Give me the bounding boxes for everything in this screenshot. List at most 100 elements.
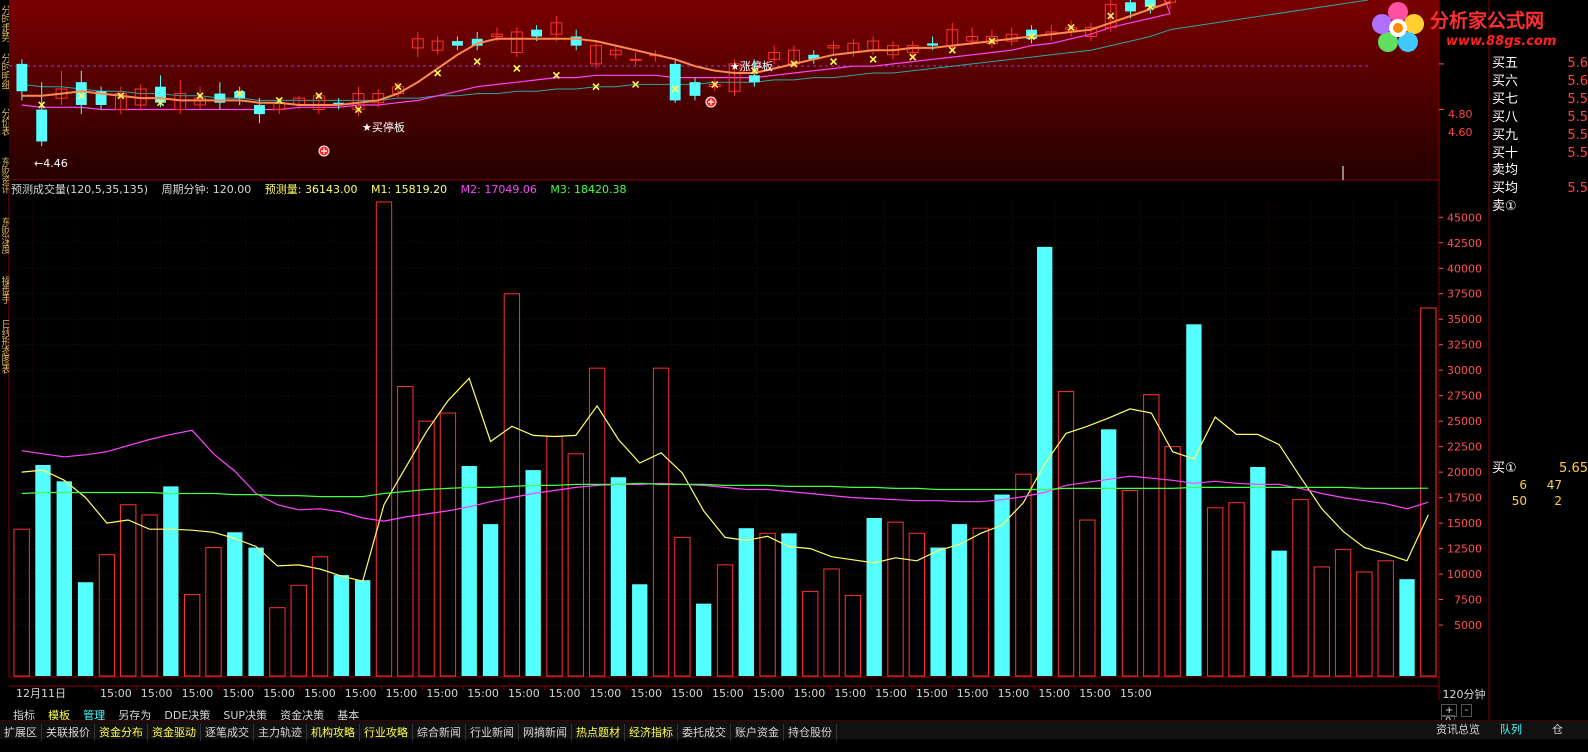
- indicator-period: 周期分钟: 120.00: [161, 183, 252, 196]
- volume-bar: [632, 584, 648, 676]
- x-axis-tick-label: 15:00: [957, 687, 989, 700]
- volume-bar: [1186, 324, 1202, 676]
- volume-bar: [163, 486, 179, 676]
- volume-bar: [248, 547, 264, 676]
- period-label[interactable]: 120分钟: [1439, 686, 1489, 702]
- left-tab-1[interactable]: 分时明细: [0, 48, 9, 94]
- volume-bar: [696, 603, 712, 676]
- book-row-2-label: 买七: [1492, 92, 1519, 107]
- volume-axis-label: 10000: [1447, 568, 1482, 581]
- qty-2a: 50: [1511, 494, 1527, 508]
- fn-button-11[interactable]: 热点题材: [572, 724, 625, 741]
- volume-axis-label: 22500: [1447, 441, 1482, 454]
- fn-button-4[interactable]: 逐笔成交: [201, 724, 254, 741]
- volume-bar: [397, 386, 414, 677]
- volume-bar: [1250, 467, 1266, 676]
- fn-button-5[interactable]: 主力轨迹: [254, 724, 307, 741]
- candle-body: [629, 58, 642, 61]
- left-tab-0[interactable]: 分时走势: [0, 0, 9, 46]
- volume-bar: [652, 367, 670, 677]
- volume-bar: [183, 593, 201, 677]
- x-axis-tick-label: 15:00: [712, 687, 744, 700]
- fn-button-12[interactable]: 经济指标: [625, 724, 678, 741]
- candle-body: [927, 43, 938, 46]
- fn-button-3[interactable]: 资金驱动: [148, 724, 201, 741]
- sell-avg-row-label: 卖均: [1492, 163, 1519, 178]
- x-axis-tick-label: 15:00: [794, 687, 826, 700]
- fn-button-1[interactable]: 关联报价: [42, 724, 95, 741]
- x-axis-tick-label: 15:00: [671, 687, 703, 700]
- volume-bar: [887, 521, 904, 677]
- site-logo: 分析家公式网 www.88gs.com: [1368, 0, 1588, 55]
- book-row-0: 买五 5.6: [1490, 55, 1588, 73]
- news-overview-button[interactable]: 资讯总览: [1436, 721, 1480, 737]
- book-row-1-value: 5.6: [1567, 74, 1588, 89]
- volume-axis-label: 40000: [1447, 262, 1482, 275]
- buy1-row-label: 买①: [1492, 461, 1517, 476]
- x-axis-tick-label: 15:00: [467, 687, 499, 700]
- volume-bar: [56, 481, 72, 676]
- buy1-row: 买① 5.65: [1490, 460, 1588, 478]
- price-panel-bg: [9, 0, 1439, 180]
- book-row-5-value: 5.5: [1567, 146, 1588, 161]
- book-row-1-label: 买六: [1492, 74, 1519, 89]
- queue-tab[interactable]: 队列: [1500, 721, 1522, 737]
- volume-bar: [141, 514, 158, 677]
- volume-bar: [802, 590, 819, 677]
- volume-bar: [525, 470, 541, 676]
- volume-bar: [13, 528, 30, 677]
- fn-button-9[interactable]: 行业新闻: [466, 724, 519, 741]
- x-axis-tick-label: 15:00: [100, 687, 132, 700]
- candle-body: [254, 104, 265, 115]
- indicator-m3: M3: 18420.38: [550, 183, 627, 196]
- left-tab-6[interactable]: 日线形态图表: [0, 318, 9, 374]
- fn-button-10[interactable]: 网摘新闻: [519, 724, 572, 741]
- x-axis-tick-label: 15:00: [263, 687, 295, 700]
- fn-button-8[interactable]: 综合新闻: [413, 724, 466, 741]
- volume-bar: [1121, 489, 1139, 677]
- sell1-row-label: 卖①: [1492, 199, 1517, 214]
- buy-avg-row: 买均 5.5: [1490, 180, 1588, 198]
- x-axis-tick-label: 15:00: [508, 687, 540, 700]
- kline-chart[interactable]: 4500042500400003750035000325003000027500…: [0, 0, 1588, 752]
- volume-axis-label: 25000: [1447, 415, 1482, 428]
- volume-bar: [1271, 550, 1287, 676]
- volume-bar: [674, 536, 691, 677]
- fn-button-0[interactable]: 扩展区: [0, 724, 42, 741]
- volume-bar: [610, 477, 627, 676]
- book-row-2-value: 5.5: [1567, 92, 1588, 107]
- left-tab-3[interactable]: 东财资讯: [0, 150, 9, 200]
- left-tab-4[interactable]: 东财深度: [0, 210, 9, 260]
- left-tab-5[interactable]: 操盘手: [0, 265, 9, 313]
- flower-logo-icon: [1372, 2, 1424, 52]
- fn-button-6[interactable]: 机构攻略: [307, 724, 360, 741]
- x-axis-tick-label: 15:00: [549, 687, 581, 700]
- x-axis-tick-label: 15:00: [753, 687, 785, 700]
- volume-layer: [13, 201, 1437, 677]
- book-row-3: 买八 5.5: [1490, 109, 1588, 127]
- position-tab[interactable]: 仓: [1552, 721, 1563, 737]
- x-axis-tick-label: 15:00: [630, 687, 662, 700]
- candle-body: [748, 75, 760, 83]
- sell-avg-row: 卖均: [1490, 162, 1588, 180]
- fn-button-15[interactable]: 持仓股份: [784, 724, 837, 741]
- x-axis-tick-label: 15:00: [304, 687, 336, 700]
- book-row-5-label: 买十: [1492, 146, 1519, 161]
- volume-bar: [311, 556, 329, 677]
- volume-bar: [35, 464, 51, 676]
- left-tab-2[interactable]: 分价表: [0, 98, 9, 144]
- zoom-out-button[interactable]: -: [1460, 704, 1473, 717]
- fn-button-14[interactable]: 账户资金: [731, 724, 784, 741]
- book-row-3-value: 5.5: [1567, 110, 1588, 125]
- volume-axis-label: 15000: [1447, 517, 1482, 530]
- book-row-4-label: 买九: [1492, 128, 1519, 143]
- fn-button-7[interactable]: 行业攻略: [360, 724, 413, 741]
- logo-text: 分析家公式网: [1430, 10, 1545, 32]
- buy-avg-row-label: 买均: [1492, 181, 1519, 196]
- book-row-3-label: 买八: [1492, 110, 1519, 125]
- candle-body: [234, 91, 246, 99]
- volume-axis-label: 27500: [1447, 390, 1482, 403]
- fn-button-2[interactable]: 资金分布: [95, 724, 148, 741]
- candle-body: [451, 41, 463, 46]
- fn-button-13[interactable]: 委托成交: [678, 724, 731, 741]
